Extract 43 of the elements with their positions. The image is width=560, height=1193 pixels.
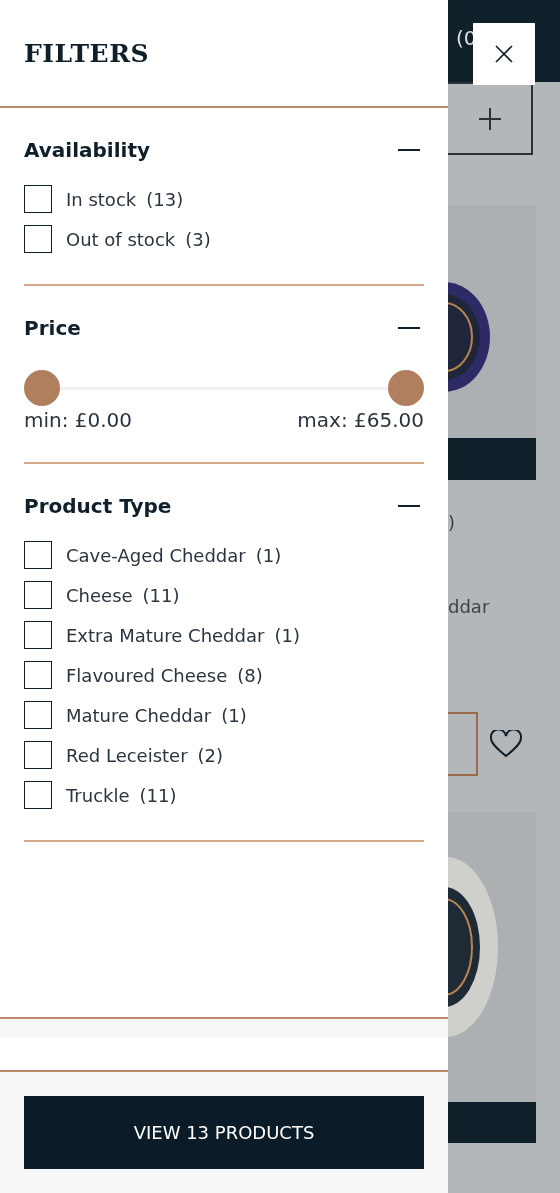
section-title: Product Type	[24, 494, 172, 518]
product-text: )	[448, 512, 457, 535]
slider-thumb[interactable]	[388, 370, 424, 406]
filters-title: FILTERS	[24, 38, 149, 68]
checkbox[interactable]	[24, 225, 52, 253]
section-title: Price	[24, 316, 81, 340]
product-text: ddar	[448, 596, 491, 619]
checkbox[interactable]	[24, 781, 52, 809]
option-count: (3)	[185, 228, 211, 250]
checkbox[interactable]	[24, 541, 52, 569]
section-title: Availability	[24, 138, 150, 162]
plus-icon[interactable]	[478, 107, 501, 130]
option-count: (11)	[139, 784, 177, 806]
option-label[interactable]: Flavoured Cheese	[66, 664, 228, 686]
close-icon[interactable]	[495, 45, 513, 63]
price-label: max: £65.00	[297, 408, 424, 432]
option-count: (1)	[274, 624, 300, 646]
option-label[interactable]: Truckle	[66, 784, 130, 806]
option-label[interactable]: Out of stock	[66, 228, 176, 250]
checkbox[interactable]	[24, 185, 52, 213]
price-label: min: £0.00	[24, 408, 133, 432]
option-label[interactable]: Mature Cheddar	[66, 704, 212, 726]
option-count: (13)	[146, 188, 184, 210]
option-label[interactable]: In stock	[66, 188, 137, 210]
slider-thumb[interactable]	[24, 370, 60, 406]
option-count: (8)	[237, 664, 263, 686]
option-count: (1)	[255, 544, 282, 566]
option-label[interactable]: Red Leceister	[66, 744, 188, 766]
heart-icon[interactable]	[490, 730, 522, 758]
option-count: (11)	[142, 584, 180, 606]
checkbox[interactable]	[24, 661, 52, 689]
option-label[interactable]: Cave-Aged Cheddar	[66, 544, 246, 566]
option-label[interactable]: Cheese	[66, 584, 133, 606]
checkbox[interactable]	[24, 621, 52, 649]
add-button[interactable]	[448, 82, 533, 155]
close-button[interactable]	[473, 23, 535, 85]
checkbox[interactable]	[24, 581, 52, 609]
option-count: (2)	[197, 744, 224, 766]
checkbox[interactable]	[24, 741, 52, 769]
option-label[interactable]: Extra Mature Cheddar	[66, 624, 265, 646]
view-products-button[interactable]: VIEW 13 PRODUCTS	[24, 1096, 424, 1169]
option-count: (1)	[221, 704, 247, 726]
checkbox[interactable]	[24, 701, 52, 729]
